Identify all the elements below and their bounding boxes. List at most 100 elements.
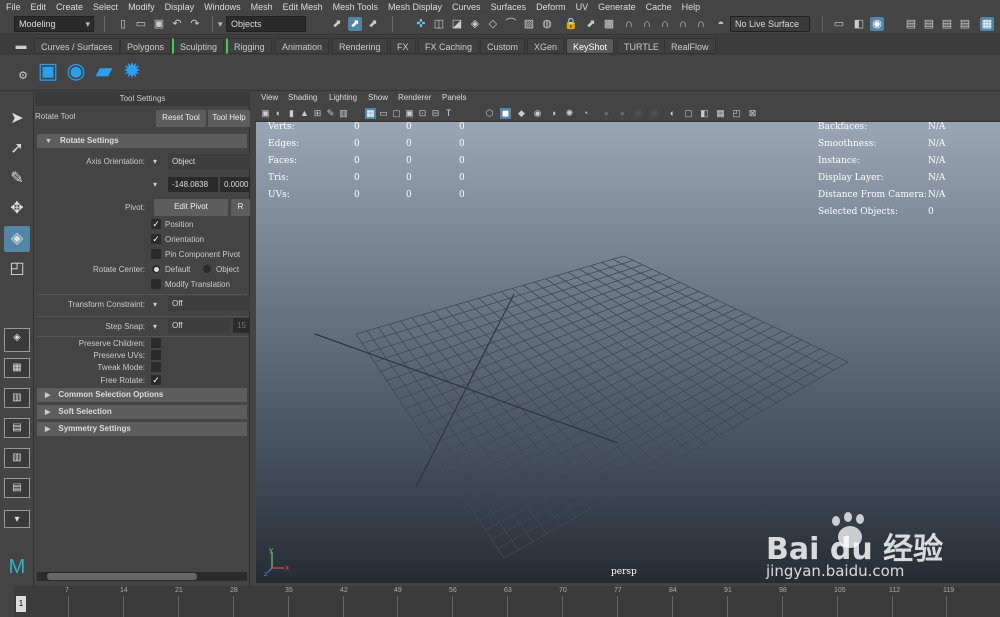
snap-point-icon[interactable]: ∩ <box>640 17 654 31</box>
live-surface-field[interactable]: No Live Surface <box>730 16 810 32</box>
grease-pencil-icon[interactable]: ✎ <box>325 108 336 119</box>
menu-mesh-display[interactable]: Mesh Display <box>388 2 442 12</box>
bookmark-icon[interactable]: ▮ <box>286 108 297 119</box>
menu-generate[interactable]: Generate <box>598 2 636 12</box>
select-edge-icon[interactable]: ◫ <box>432 17 446 31</box>
reset-pivot-button[interactable]: R <box>231 199 250 216</box>
symmetry-settings-header[interactable]: ▶ Symmetry Settings <box>37 422 247 436</box>
layout-icon[interactable]: ▦ <box>980 17 994 31</box>
snap-curve-icon[interactable]: ∩ <box>622 17 636 31</box>
axis-value-2-input[interactable]: 0.0000 <box>220 177 250 192</box>
select-component-icon[interactable]: ⬈ <box>366 17 380 31</box>
viewport-menu-lighting[interactable]: Lighting <box>329 93 357 102</box>
two-pane-layout-icon[interactable]: ▥ <box>4 388 30 408</box>
select-multi-icon[interactable]: ◇ <box>486 17 500 31</box>
ambient-occlusion-icon[interactable]: ◔ <box>580 108 591 119</box>
scrollbar-thumb[interactable] <box>47 573 197 580</box>
four-pane-layout-icon[interactable]: ▦ <box>4 358 30 378</box>
object-radio[interactable] <box>203 265 211 273</box>
default-radio[interactable] <box>152 265 160 273</box>
keyshot-export-icon[interactable]: ◉ <box>62 57 90 85</box>
select-vertex-icon[interactable]: ✜ <box>414 17 428 31</box>
modify-translation-checkbox[interactable] <box>151 279 161 289</box>
tool-settings-icon[interactable]: ▤ <box>940 17 954 31</box>
frame-selection-icon[interactable]: ◰ <box>731 108 742 119</box>
lasso-tool-icon[interactable]: ➚ <box>4 136 30 162</box>
shelf-menu-icon[interactable]: ▬ <box>14 39 28 53</box>
render-view-icon[interactable]: ◧ <box>852 17 866 31</box>
edit-pivot-button[interactable]: Edit Pivot <box>154 199 228 216</box>
step-snap-value-input[interactable]: 15 <box>233 318 250 333</box>
menu-mesh[interactable]: Mesh <box>251 2 273 12</box>
hypershade-layout-icon[interactable]: ▤ <box>4 478 30 498</box>
perspective-viewport[interactable]: Verts: 0 0 0 Edges: 0 0 0 Faces: 0 0 0 T… <box>256 122 1000 583</box>
tool-help-button[interactable]: Tool Help <box>208 110 250 127</box>
isolate-select-icon[interactable]: ◎ <box>649 108 660 119</box>
menu-edit[interactable]: Edit <box>31 2 47 12</box>
select-deform-icon[interactable]: ◍ <box>540 17 554 31</box>
viewport-menu-shading[interactable]: Shading <box>288 93 317 102</box>
modeling-toolkit-icon[interactable]: ▤ <box>958 17 972 31</box>
image-plane-icon[interactable]: ▲ <box>299 108 310 119</box>
channel-box-icon[interactable]: ▤ <box>904 17 918 31</box>
highlight-icon[interactable]: ⬈ <box>584 17 598 31</box>
viewport-menu-view[interactable]: View <box>261 93 278 102</box>
time-slider[interactable]: 1 7 14 21 28 35 42 49 56 63 70 77 84 91 98 105 112 119 <box>0 586 1000 617</box>
camera-select-icon[interactable]: ▣ <box>260 108 271 119</box>
menu-display[interactable]: Display <box>165 2 195 12</box>
depth-of-field-icon[interactable]: ◎ <box>633 108 644 119</box>
select-uv-icon[interactable]: ◈ <box>468 17 482 31</box>
common-selection-header[interactable]: ▶ Common Selection Options <box>37 388 247 402</box>
tab-rigging[interactable]: Rigging <box>226 38 272 54</box>
select-hierarchy-icon[interactable]: ⬈ <box>330 17 344 31</box>
construction-history-icon[interactable]: ▭ <box>832 17 846 31</box>
current-frame-marker[interactable]: 1 <box>16 596 26 612</box>
mode-dropdown[interactable]: Modeling ▾ <box>14 16 94 32</box>
viewport-menu-panels[interactable]: Panels <box>442 93 466 102</box>
keyshot-render-icon[interactable]: ▣ <box>34 57 62 85</box>
undo-icon[interactable]: ↶ <box>170 17 184 31</box>
snap-surface-icon[interactable]: ∩ <box>676 17 690 31</box>
menu-curves[interactable]: Curves <box>452 2 481 12</box>
attribute-editor-icon[interactable]: ▤ <box>922 17 936 31</box>
two-d-pan-icon[interactable]: ⊞ <box>312 108 323 119</box>
horizontal-scrollbar[interactable] <box>37 572 247 581</box>
select-tool-icon[interactable]: ➤ <box>4 106 30 132</box>
menu-deform[interactable]: Deform <box>536 2 566 12</box>
gate-mask-icon[interactable]: ▣ <box>404 108 415 119</box>
transform-constraint-dropdown[interactable]: Off <box>168 296 250 311</box>
wireframe-on-shaded-icon[interactable]: ◆ <box>516 108 527 119</box>
tab-curves-surfaces[interactable]: Curves / Surfaces <box>34 38 120 54</box>
soft-selection-header[interactable]: ▶ Soft Selection <box>37 405 247 419</box>
menu-surfaces[interactable]: Surfaces <box>491 2 527 12</box>
keyshot-settings-icon[interactable]: ✹ <box>118 57 146 85</box>
tab-keyshot[interactable]: KeyShot <box>566 38 615 54</box>
tab-realflow[interactable]: RealFlow <box>664 38 716 54</box>
field-chart-icon[interactable]: ⊡ <box>417 108 428 119</box>
menu-cache[interactable]: Cache <box>646 2 672 12</box>
tab-custom[interactable]: Custom <box>480 38 526 54</box>
tab-fx[interactable]: FX <box>390 38 416 54</box>
textured-icon[interactable]: ◉ <box>532 108 543 119</box>
tab-animation[interactable]: Animation <box>275 38 330 54</box>
position-checkbox[interactable]: ✓ <box>151 219 161 229</box>
safe-title-icon[interactable]: T <box>443 108 454 119</box>
rotate-tool-icon[interactable]: ◈ <box>4 226 30 252</box>
shadows-icon[interactable]: ✺ <box>564 108 575 119</box>
orientation-checkbox[interactable]: ✓ <box>151 234 161 244</box>
menu-help[interactable]: Help <box>682 2 701 12</box>
paint-select-tool-icon[interactable]: ✎ <box>4 166 30 192</box>
select-face-icon[interactable]: ◪ <box>450 17 464 31</box>
scale-tool-icon[interactable]: ◰ <box>4 256 30 282</box>
tab-xgen[interactable]: XGen <box>527 38 565 54</box>
exposure-icon[interactable]: ⊠ <box>747 108 758 119</box>
smooth-shade-icon[interactable]: ◼ <box>500 108 511 119</box>
menu-modify[interactable]: Modify <box>128 2 155 12</box>
tab-sculpting[interactable]: Sculpting <box>172 38 225 54</box>
menu-mesh-tools[interactable]: Mesh Tools <box>333 2 378 12</box>
grid-icon[interactable]: ▦ <box>365 108 376 119</box>
preserve-children-checkbox[interactable] <box>151 338 161 348</box>
anti-aliasing-icon[interactable]: ● <box>617 108 628 119</box>
shelf-options-icon[interactable]: ⚙ <box>16 69 30 83</box>
axis-orientation-dropdown[interactable]: Object <box>168 154 250 169</box>
